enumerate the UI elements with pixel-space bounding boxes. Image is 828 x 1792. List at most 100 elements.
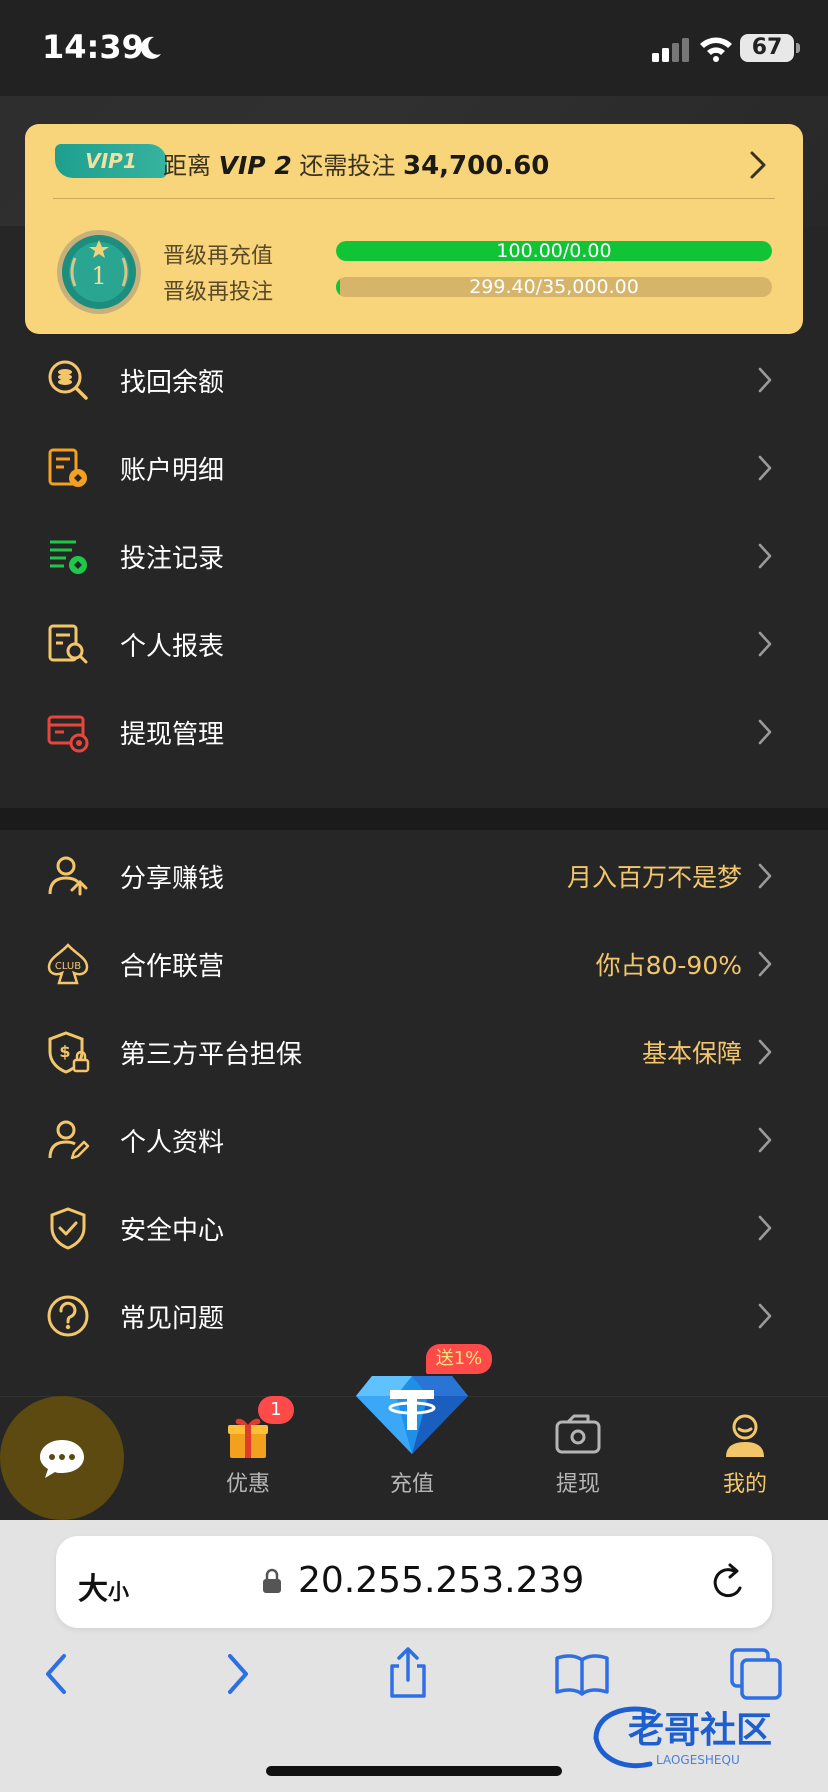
home-indicator <box>266 1766 562 1776</box>
lock-icon <box>263 1568 281 1593</box>
bet-record-icon <box>50 540 87 574</box>
watermark-subtext: LAOGESHEQU <box>656 1753 740 1767</box>
reload-icon[interactable] <box>710 1562 748 1602</box>
guarantee-shield-icon: $ <box>48 1031 90 1074</box>
user-icon <box>726 1414 764 1457</box>
chevron-right-icon <box>758 1127 772 1153</box>
menu-item-label: 投注记录 <box>120 544 225 574</box>
share-user-icon <box>48 856 88 896</box>
forward-icon[interactable] <box>206 1644 266 1704</box>
vip-distance-prefix: 距离 <box>163 152 211 180</box>
tab-mine[interactable]: 我的 <box>685 1396 805 1520</box>
menu-item-label: 提现管理 <box>120 720 225 750</box>
recharge-progress-label: 晋级再充值 <box>163 244 274 269</box>
menu-item-faq[interactable]: 常见问题 <box>0 1272 828 1360</box>
menu-item-account-detail[interactable]: 账户明细 <box>0 424 828 512</box>
question-icon <box>47 1295 89 1337</box>
moon-icon <box>140 36 161 59</box>
menu-item-label: 个人资料 <box>120 1128 225 1158</box>
deposit-bonus-tag: 送1% <box>426 1344 492 1374</box>
chevron-right-icon <box>758 1215 772 1241</box>
chat-button[interactable] <box>0 1396 124 1520</box>
divider <box>53 198 775 199</box>
menu-section-primary: 找回余额 账户明细 投注记录 个人报表 提现管理 <box>0 336 828 808</box>
medal-level-number: 1 <box>91 262 106 290</box>
withdraw-card-icon <box>47 715 89 753</box>
chevron-right-icon <box>758 951 772 977</box>
chevron-right-icon <box>758 543 772 569</box>
chevron-right-icon <box>758 367 772 393</box>
menu-item-profile[interactable]: 个人资料 <box>0 1096 828 1184</box>
tab-promotions[interactable]: 1 优惠 <box>188 1396 308 1520</box>
menu-item-withdraw-management[interactable]: 提现管理 <box>0 688 828 776</box>
chevron-right-icon <box>758 1039 772 1065</box>
menu-item-extra: 你占80-90% <box>595 951 742 980</box>
menu-item-cooperation[interactable]: CLUB 合作联营 你占80-90% <box>0 920 828 1008</box>
menu-item-label: 合作联营 <box>120 952 225 982</box>
menu-section-secondary: 分享赚钱 月入百万不是梦 CLUB 合作联营 你占80-90% $ 第三方平台担… <box>0 830 828 1396</box>
wifi-icon <box>700 37 732 62</box>
security-shield-icon <box>50 1207 86 1250</box>
text-size-big: 大 <box>78 1572 108 1607</box>
tab-withdraw[interactable]: 提现 <box>518 1396 638 1520</box>
chevron-right-icon <box>758 631 772 657</box>
tab-label: 优惠 <box>225 1472 270 1497</box>
profile-edit-icon <box>48 1120 90 1160</box>
address-bar[interactable]: 大小 20.255.253.239 <box>56 1536 772 1628</box>
betting-progress-bar: 299.40/35,000.00 <box>336 277 772 297</box>
chevron-right-icon[interactable] <box>747 150 769 180</box>
vip-level-badge: VIP1 <box>55 144 167 178</box>
bookmarks-icon[interactable] <box>552 1644 612 1704</box>
betting-progress-text: 299.40/35,000.00 <box>469 277 639 297</box>
menu-item-label: 分享赚钱 <box>120 864 225 894</box>
svg-text:CLUB: CLUB <box>55 961 81 972</box>
vip-medal-icon: 1 <box>57 230 141 314</box>
coin-search-icon <box>48 360 88 400</box>
browser-toolbar: 大小 20.255.253.239 老哥社区 LAOGESHEQU <box>0 1520 828 1792</box>
menu-item-label: 第三方平台担保 <box>120 1040 303 1070</box>
vip-distance-middle: 还需投注 <box>299 152 396 180</box>
svg-text:$: $ <box>59 1042 70 1061</box>
chat-bubble-icon <box>40 1440 84 1478</box>
status-bar: 14:39 67 <box>0 0 828 96</box>
battery-indicator: 67 <box>740 34 800 62</box>
club-icon: CLUB <box>47 943 89 985</box>
menu-item-recover-balance[interactable]: 找回余额 <box>0 336 828 424</box>
menu-item-extra: 基本保障 <box>641 1039 742 1068</box>
menu-item-share-earn[interactable]: 分享赚钱 月入百万不是梦 <box>0 832 828 920</box>
back-icon[interactable] <box>28 1644 88 1704</box>
recharge-progress-text: 100.00/0.00 <box>496 241 612 261</box>
menu-item-extra: 月入百万不是梦 <box>566 863 742 892</box>
vip-distance-text: 距离 VIP 2 还需投注 34,700.60 <box>163 146 549 181</box>
watermark-text: 老哥社区 <box>628 1710 772 1751</box>
vip-next-level: VIP 2 <box>218 151 292 180</box>
text-size-small: 小 <box>108 1580 129 1604</box>
menu-item-bet-record[interactable]: 投注记录 <box>0 512 828 600</box>
tab-label: 提现 <box>555 1472 600 1497</box>
menu-item-personal-report[interactable]: 个人报表 <box>0 600 828 688</box>
menu-item-label: 常见问题 <box>120 1304 225 1334</box>
url-text: 20.255.253.239 <box>298 1560 585 1601</box>
betting-progress-label: 晋级再投注 <box>163 280 274 305</box>
menu-item-third-party-guarantee[interactable]: $ 第三方平台担保 基本保障 <box>0 1008 828 1096</box>
chevron-right-icon <box>758 455 772 481</box>
chevron-right-icon <box>758 719 772 745</box>
recharge-progress-bar: 100.00/0.00 <box>336 241 772 261</box>
share-icon[interactable] <box>378 1644 438 1704</box>
usdt-diamond-icon[interactable] <box>352 1362 472 1458</box>
section-divider <box>0 808 828 830</box>
withdraw-ticket-icon <box>555 1414 601 1454</box>
cellular-signal-icon <box>652 38 689 62</box>
menu-item-label: 账户明细 <box>120 456 225 486</box>
report-icon <box>48 624 88 664</box>
chevron-right-icon <box>758 863 772 889</box>
tabs-icon[interactable] <box>726 1644 786 1704</box>
promotion-badge-count: 1 <box>258 1396 294 1424</box>
vip-progress-card[interactable]: VIP1 距离 VIP 2 还需投注 34,700.60 1 晋级再充值 100… <box>25 124 803 334</box>
text-size-button[interactable]: 大小 <box>78 1564 129 1608</box>
vip-remaining-amount: 34,700.60 <box>403 151 550 181</box>
watermark-logo: 老哥社区 LAOGESHEQU <box>593 1706 772 1769</box>
status-time: 14:39 <box>42 28 144 66</box>
menu-item-security-center[interactable]: 安全中心 <box>0 1184 828 1272</box>
tab-label: 充值 <box>389 1472 434 1497</box>
